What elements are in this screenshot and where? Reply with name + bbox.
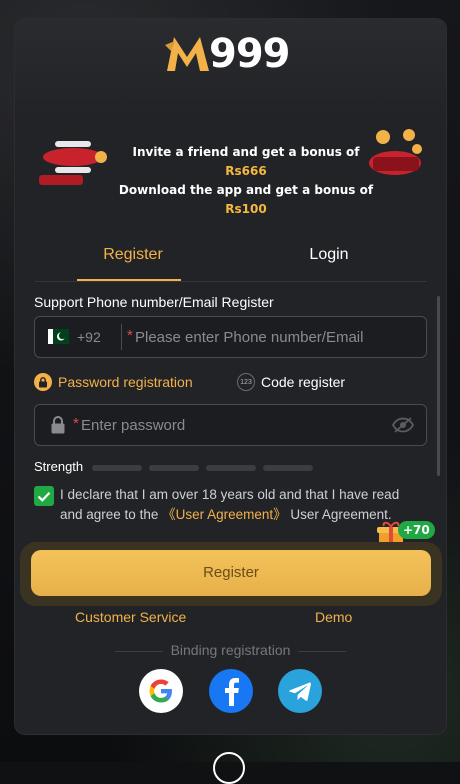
wild-coins-icon [369, 129, 422, 175]
strength-bar-2 [149, 465, 199, 471]
password-registration-option[interactable]: Password registration [34, 373, 193, 391]
required-asterisk: * [127, 327, 133, 344]
code-register-option[interactable]: 123 Code register [237, 373, 345, 391]
google-login-button[interactable] [139, 669, 183, 713]
strength-bar-3 [206, 465, 256, 471]
google-icon [149, 679, 172, 703]
code-register-label: Code register [261, 374, 346, 390]
modal-scrollbar[interactable] [437, 296, 440, 476]
telegram-login-button[interactable] [278, 669, 322, 713]
close-circle-icon[interactable] [213, 752, 245, 784]
agreement-text: I declare that I am over 18 years old an… [60, 487, 400, 522]
aviator-plane-icon [39, 141, 107, 185]
strength-label: Strength [34, 459, 84, 474]
country-code[interactable]: +92 [77, 329, 101, 345]
field-divider [121, 324, 122, 350]
customer-service-link[interactable]: Customer Service [75, 609, 186, 625]
numeric-code-icon: 123 [237, 373, 255, 391]
facebook-login-button[interactable] [209, 669, 253, 713]
pakistan-flag-icon [48, 329, 69, 344]
password-input[interactable] [81, 405, 381, 445]
register-button-glow: Register [20, 542, 442, 606]
phone-email-input[interactable] [135, 317, 417, 357]
promo-banner: Invite a friend and get a bonus of Rs666… [35, 123, 427, 216]
register-modal: 999 Invite a friend and get a bonus of R… [15, 19, 446, 734]
password-registration-label: Password registration [58, 374, 193, 390]
eye-off-icon[interactable] [392, 416, 414, 434]
user-agreement-link[interactable]: 《User Agreement》 [162, 507, 287, 522]
password-field: * [34, 404, 427, 446]
lock-icon [51, 416, 65, 434]
register-button[interactable]: Register [31, 550, 431, 596]
phone-email-field: +92 * [34, 316, 427, 358]
bonus-amount: +70 [398, 521, 435, 539]
facebook-icon [225, 678, 239, 706]
required-asterisk: * [73, 415, 79, 432]
promo-line-download: Download the app and get a bonus of Rs10… [118, 183, 374, 216]
binding-registration-label: Binding registration [15, 642, 446, 658]
checkmark-icon [37, 491, 51, 502]
register-method-label: Support Phone number/Email Register [34, 294, 274, 310]
telegram-icon [289, 682, 311, 701]
demo-link[interactable]: Demo [315, 609, 352, 625]
logo-number: 999 [209, 31, 290, 77]
m-logo-mark [165, 37, 209, 71]
m999-logo: 999 [165, 31, 295, 79]
tab-login[interactable]: Login [231, 241, 427, 269]
strength-bar-4 [263, 465, 313, 471]
lock-badge-icon [34, 373, 52, 391]
strength-bar-1 [92, 465, 142, 471]
agreement-checkbox[interactable] [34, 486, 54, 506]
promo-line-invite: Invite a friend and get a bonus of Rs666 [132, 145, 360, 178]
tab-register[interactable]: Register [35, 241, 231, 281]
auth-tabs: Register Login [35, 241, 427, 282]
